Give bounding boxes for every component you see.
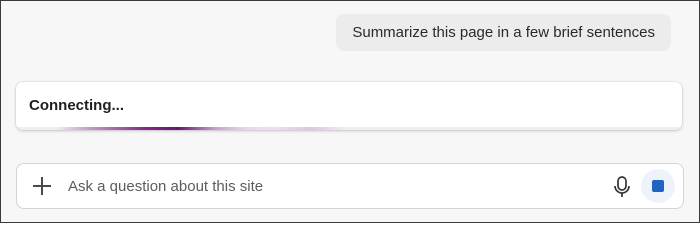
response-status-card: Connecting... xyxy=(16,82,682,130)
chat-panel: Summarize this page in a few brief sente… xyxy=(0,0,700,223)
stop-square-icon xyxy=(652,180,664,192)
status-text: Connecting... xyxy=(29,97,124,114)
composer-bar xyxy=(16,163,684,209)
question-input[interactable] xyxy=(68,173,588,199)
microphone-icon-graphic xyxy=(614,176,630,197)
user-message-text: Summarize this page in a few brief sente… xyxy=(352,24,655,41)
plus-icon[interactable] xyxy=(31,175,53,197)
loading-progress-indicator xyxy=(56,127,346,130)
user-message-bubble: Summarize this page in a few brief sente… xyxy=(336,14,671,51)
microphone-icon[interactable] xyxy=(611,175,633,199)
stop-button[interactable] xyxy=(641,169,675,203)
loading-progress-bar xyxy=(16,127,682,130)
